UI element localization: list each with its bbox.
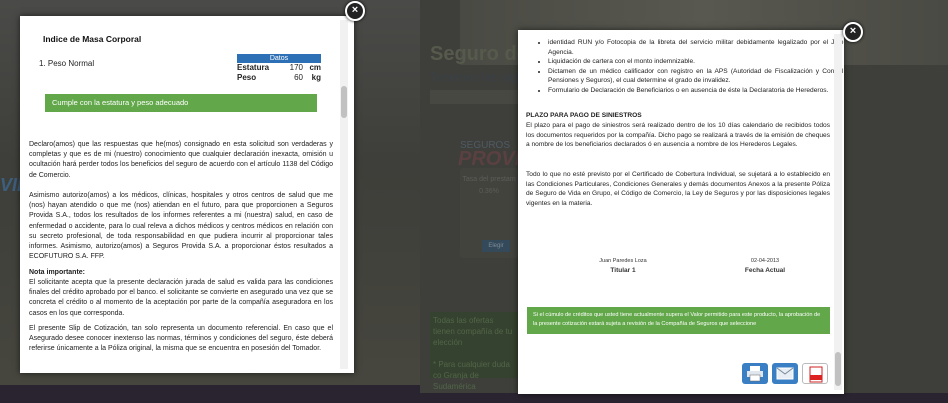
bmi-result-item: 1. Peso Normal	[39, 59, 95, 68]
estatura-label: Estatura	[237, 63, 270, 72]
peso-row: Peso 60 kg	[237, 73, 321, 83]
background-band	[430, 90, 520, 104]
datos-header: Datos	[237, 54, 321, 63]
email-icon	[776, 367, 794, 380]
health-declaration-modal: Indice de Masa Corporal 1. Peso Normal D…	[20, 16, 354, 373]
email-button[interactable]	[772, 363, 798, 384]
declaration-paragraph: Declaro(amos) que las respuestas que he(…	[29, 141, 333, 179]
estatura-row: Estatura 170 cm	[237, 63, 321, 73]
modal-scrollbar[interactable]	[834, 34, 842, 390]
choose-button[interactable]: Elegir	[482, 240, 510, 252]
plazo-paragraph: El plazo para el pago de siniestros será…	[526, 122, 830, 148]
date-value: 02-04-2013	[750, 258, 780, 264]
peso-label: Peso	[237, 73, 257, 82]
scrollbar-thumb[interactable]	[835, 352, 841, 386]
print-button[interactable]	[742, 363, 768, 384]
printer-icon	[747, 366, 763, 382]
final-paragraph: Todo lo que no esté previsto por el Cert…	[526, 171, 830, 207]
note-paragraph: El solicitante acepta que la presente de…	[29, 279, 333, 317]
credit-warning-banner: Si el cúmulo de créditos que usted tiene…	[527, 307, 830, 334]
offer-card: Tasa del prestam 0.36% Elegir	[460, 168, 518, 258]
close-button[interactable]: ×	[345, 1, 365, 21]
note-title: Nota importante:	[29, 269, 85, 276]
background-footer	[0, 385, 420, 403]
list-item: identidad RUN y/o Fotocopia de la libret…	[548, 38, 844, 57]
signer-label: Titular 1	[610, 267, 636, 274]
list-item: Formulario de Declaración de Beneficiari…	[548, 86, 844, 96]
background-logo: VID	[0, 175, 31, 195]
scrollbar-thumb[interactable]	[341, 86, 347, 118]
offer-rate-label: Tasa del prestam	[462, 176, 516, 183]
bmi-heading: Indice de Masa Corporal	[43, 34, 142, 44]
pdf-icon	[809, 366, 823, 383]
plazo-title: PLAZO PARA PAGO DE SINIESTROS	[526, 112, 642, 119]
pdf-button[interactable]	[802, 363, 828, 384]
list-item: Liquidación de cartera con el monto inde…	[548, 57, 844, 67]
peso-unit: kg	[311, 73, 321, 82]
authorization-paragraph: Asimismo autorizo(amos) a los médicos, c…	[29, 192, 333, 261]
estatura-unit: cm	[309, 63, 321, 72]
bmi-status-banner: Cumple con la estatura y peso adecuado	[45, 94, 317, 112]
slip-paragraph: El presente Slip de Cotización, tan solo…	[29, 325, 333, 353]
policy-certificate-modal: identidad RUN y/o Fotocopia de la libret…	[518, 30, 844, 394]
offer-rate-value: 0.36%	[479, 188, 499, 195]
close-button[interactable]: ×	[843, 22, 863, 42]
modal-scrollbar[interactable]	[340, 20, 348, 369]
datos-table: Datos Estatura 170 cm Peso 60 kg	[237, 54, 321, 83]
estatura-value: 170	[289, 63, 303, 72]
date-label: Fecha Actual	[744, 267, 786, 274]
background-footer	[420, 393, 948, 403]
peso-value: 60	[294, 73, 303, 82]
background-info-box: Todas las ofertas tienen compañía de tu …	[430, 312, 518, 391]
signer-name: Juan Paredes Loza	[599, 258, 647, 264]
list-item: Dictamen de un médico calificador con re…	[548, 67, 844, 86]
requirements-list: identidad RUN y/o Fotocopia de la libret…	[526, 38, 844, 95]
